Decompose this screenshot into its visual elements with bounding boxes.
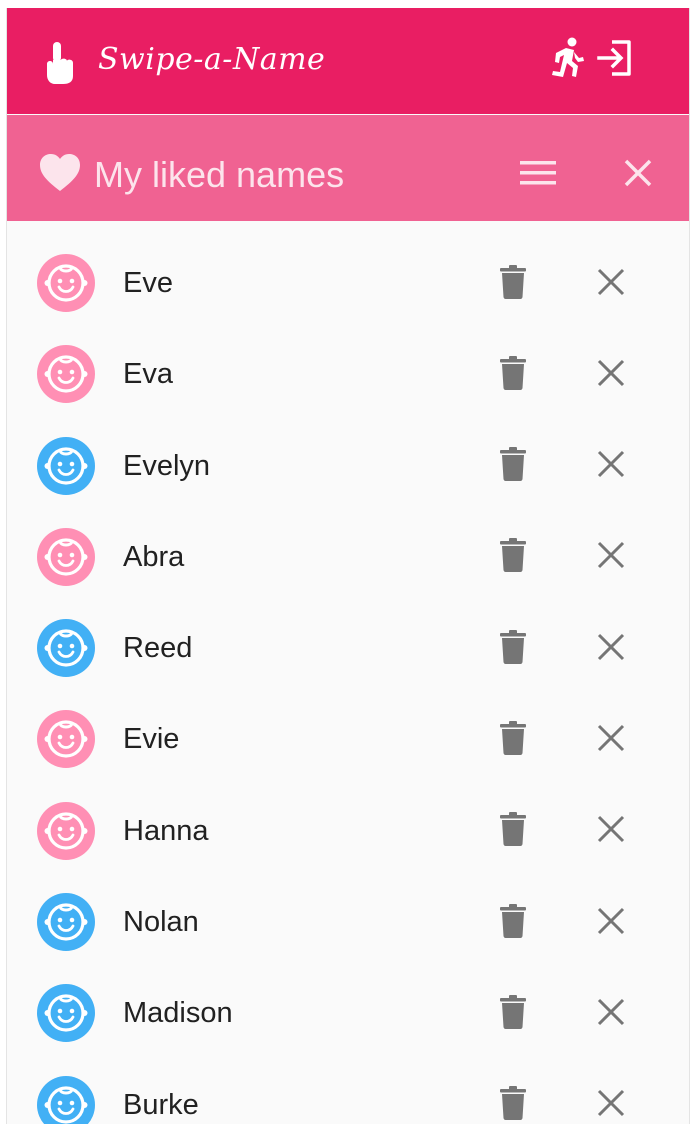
trash-icon [500, 720, 526, 760]
touch-icon [43, 40, 79, 86]
close-icon [597, 1089, 625, 1122]
trash-icon [500, 264, 526, 304]
liked-names-list: Eve Eva Evelyn Abra Reed Evie Hanna Nola… [7, 221, 689, 1124]
list-item-evie: Evie [7, 692, 689, 783]
delete-button[interactable] [489, 443, 537, 491]
remove-button[interactable] [587, 1082, 635, 1124]
close-icon [597, 724, 625, 757]
delete-button[interactable] [489, 990, 537, 1038]
logout-button[interactable] [593, 38, 637, 82]
name-label: Nolan [123, 906, 199, 939]
close-panel-button[interactable] [614, 151, 662, 199]
close-icon [597, 907, 625, 940]
remove-button[interactable] [587, 260, 635, 308]
close-icon [597, 633, 625, 666]
remove-button[interactable] [587, 443, 635, 491]
trash-icon [500, 355, 526, 395]
baby-face-icon [37, 710, 95, 769]
liked-names-header: My liked names [7, 115, 689, 221]
list-item-reed: Reed [7, 601, 689, 692]
menu-icon [520, 160, 556, 190]
panel-title: My liked names [94, 154, 345, 195]
close-icon [597, 541, 625, 574]
logout-icon [596, 39, 634, 82]
name-label: Evie [123, 723, 180, 756]
list-item-madison: Madison [7, 966, 689, 1057]
remove-button[interactable] [587, 990, 635, 1038]
baby-face-icon [37, 345, 95, 404]
close-icon [624, 159, 652, 192]
trash-icon [500, 1086, 526, 1124]
run-icon [549, 37, 585, 84]
trash-icon [500, 538, 526, 577]
app-header: Swipe-a-Name [7, 8, 689, 114]
list-item-burke: Burke [7, 1058, 689, 1124]
name-label: Hanna [123, 814, 209, 847]
delete-button[interactable] [489, 899, 537, 947]
name-label: Eva [123, 358, 173, 391]
delete-button[interactable] [489, 1082, 537, 1124]
trash-icon [500, 994, 526, 1034]
name-label: Abra [123, 540, 185, 573]
close-icon [597, 998, 625, 1031]
trash-icon [500, 629, 526, 669]
baby-face-icon [37, 801, 95, 860]
run-button[interactable] [545, 37, 589, 84]
remove-button[interactable] [587, 534, 635, 582]
close-icon [597, 268, 625, 301]
baby-face-icon [37, 1075, 95, 1124]
list-item-eva: Eva [7, 327, 689, 418]
list-item-hanna: Hanna [7, 784, 689, 875]
list-item-eve: Eve [7, 236, 689, 327]
delete-button[interactable] [489, 716, 537, 764]
list-item-evelyn: Evelyn [7, 419, 689, 510]
remove-button[interactable] [587, 351, 635, 399]
close-icon [597, 450, 625, 483]
delete-button[interactable] [489, 260, 537, 308]
baby-face-icon [37, 254, 95, 312]
remove-button[interactable] [587, 808, 635, 856]
delete-button[interactable] [489, 625, 537, 673]
delete-button[interactable] [489, 808, 537, 856]
trash-icon [500, 447, 526, 486]
baby-face-icon [37, 527, 95, 586]
remove-button[interactable] [587, 899, 635, 947]
baby-face-icon [37, 984, 95, 1043]
trash-icon [500, 903, 526, 943]
name-label: Reed [123, 632, 193, 665]
close-icon [597, 815, 625, 848]
app-title: Swipe-a-Name [98, 42, 326, 77]
delete-button[interactable] [489, 351, 537, 399]
baby-face-icon [37, 619, 95, 678]
baby-face-icon [37, 893, 95, 952]
list-item-nolan: Nolan [7, 875, 689, 966]
name-label: Eve [123, 267, 173, 299]
list-item-abra: Abra [7, 510, 689, 601]
trash-icon [500, 812, 526, 851]
delete-button[interactable] [489, 534, 537, 582]
remove-button[interactable] [587, 625, 635, 673]
baby-face-icon [37, 436, 95, 495]
close-icon [597, 359, 625, 392]
name-label: Madison [123, 997, 233, 1030]
name-label: Evelyn [123, 449, 211, 482]
heart-icon [39, 153, 81, 193]
name-label: Burke [123, 1088, 199, 1121]
menu-button[interactable] [514, 151, 562, 199]
remove-button[interactable] [587, 716, 635, 764]
app-frame: Swipe-a-Name My liked names Eve Eva Evel… [6, 8, 690, 1124]
